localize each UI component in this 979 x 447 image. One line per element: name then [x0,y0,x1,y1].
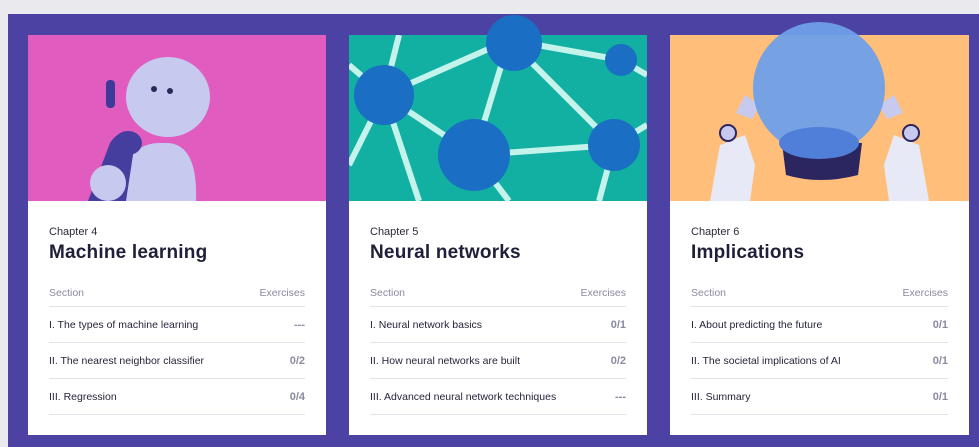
exercises-header: Exercises [259,287,305,299]
section-link[interactable]: I. Neural network basics [370,319,482,331]
section-header: Section [370,287,406,299]
section-link[interactable]: III. Summary [691,391,751,403]
card-body: Chapter 6 Implications Section Exercises… [691,226,948,415]
table-row[interactable]: II. The nearest neighbor classifier 0/2 [49,343,305,379]
table-header: Section Exercises [370,287,626,307]
exercise-score: --- [294,318,305,331]
section-link[interactable]: III. Advanced neural network techniques [370,391,556,403]
section-header: Section [691,287,727,299]
chapter-title[interactable]: Machine learning [49,242,305,264]
table-row[interactable]: III. Summary 0/1 [691,379,948,415]
card-body: Chapter 4 Machine learning Section Exerc… [49,226,305,415]
exercise-score: 0/2 [289,354,305,367]
section-link[interactable]: III. Regression [49,391,117,403]
chapter-title[interactable]: Implications [691,242,948,264]
exercise-score: 0/1 [610,318,626,331]
table-row[interactable]: II. The societal implications of AI 0/1 [691,343,948,379]
section-link[interactable]: II. The societal implications of AI [691,355,841,367]
exercise-score: 0/1 [932,354,948,367]
section-header: Section [49,287,85,299]
section-link[interactable]: II. The nearest neighbor classifier [49,355,204,367]
table-row[interactable]: III. Regression 0/4 [49,379,305,415]
crystal-ball-illustration [670,35,969,201]
chapter-card-4[interactable]: Chapter 4 Machine learning Section Exerc… [28,35,326,435]
exercises-header: Exercises [580,287,626,299]
exercise-score: 0/1 [932,318,948,331]
table-row[interactable]: I. About predicting the future 0/1 [691,307,948,343]
section-link[interactable]: II. How neural networks are built [370,355,520,367]
exercise-score: --- [615,390,626,403]
section-link[interactable]: I. The types of machine learning [49,319,198,331]
robot-icon [28,35,326,201]
table-row[interactable]: I. The types of machine learning --- [49,307,305,343]
exercise-score: 0/2 [610,354,626,367]
robot-illustration [28,35,326,201]
chapter-title[interactable]: Neural networks [370,242,626,264]
table-row[interactable]: III. Advanced neural network techniques … [370,379,626,415]
section-link[interactable]: I. About predicting the future [691,319,822,331]
network-illustration [349,35,647,201]
network-icon [349,35,647,201]
chapter-label: Chapter 6 [691,226,740,238]
table-header: Section Exercises [691,287,948,307]
chapter-card-6[interactable]: Chapter 6 Implications Section Exercises… [670,35,969,435]
chapter-label: Chapter 5 [370,226,419,238]
exercise-score: 0/1 [932,390,948,403]
table-row[interactable]: II. How neural networks are built 0/2 [370,343,626,379]
table-row[interactable]: I. Neural network basics 0/1 [370,307,626,343]
chapter-card-5[interactable]: Chapter 5 Neural networks Section Exerci… [349,35,647,435]
card-body: Chapter 5 Neural networks Section Exerci… [370,226,626,415]
exercise-score: 0/4 [289,390,305,403]
exercises-header: Exercises [902,287,948,299]
crystal-ball-icon [670,35,969,201]
table-header: Section Exercises [49,287,305,307]
chapter-label: Chapter 4 [49,226,98,238]
